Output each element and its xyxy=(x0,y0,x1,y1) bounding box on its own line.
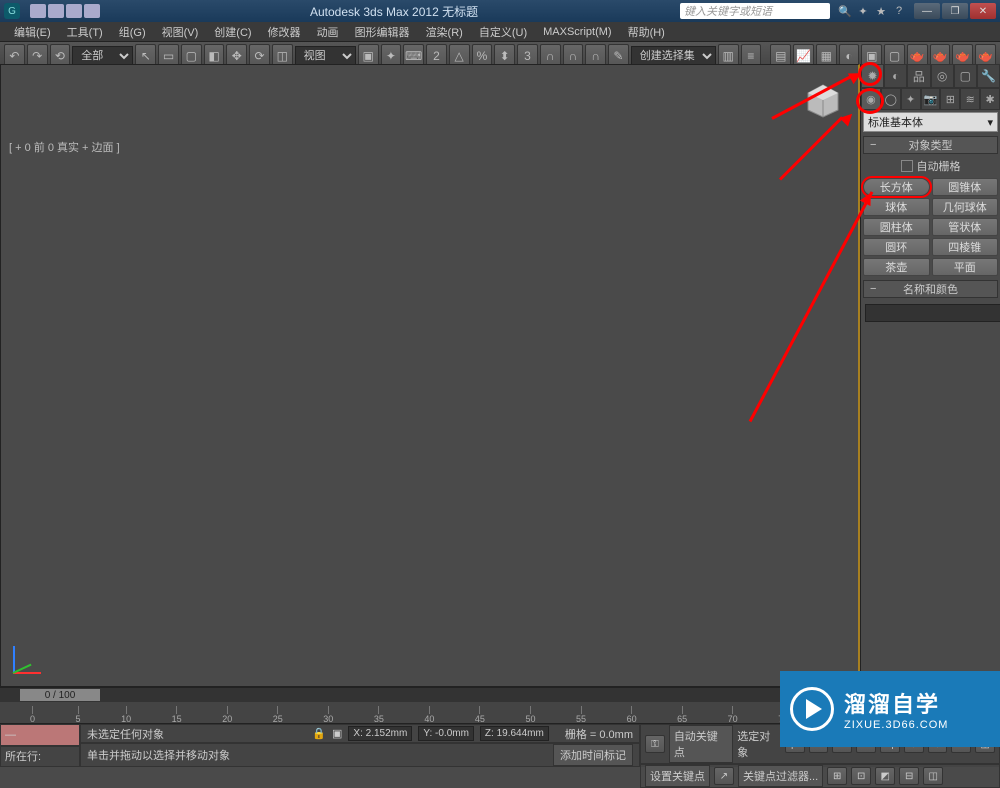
search-icon[interactable]: 🔍 xyxy=(838,4,852,18)
play-logo-icon xyxy=(790,687,834,731)
menu-bar: 编辑(E) 工具(T) 组(G) 视图(V) 创建(C) 修改器 动画 图形编辑… xyxy=(0,22,1000,42)
row-label: 所在行: xyxy=(5,748,41,764)
object-name-input[interactable] xyxy=(865,304,1000,322)
hierarchy-tab[interactable]: 品 xyxy=(907,64,930,88)
minimize-button[interactable]: — xyxy=(914,3,940,19)
create-tab[interactable]: ✹ xyxy=(861,64,884,88)
box-button[interactable]: 长方体 xyxy=(863,178,930,196)
tube-button[interactable]: 管状体 xyxy=(932,218,999,236)
named-selection-set[interactable]: 创建选择集 xyxy=(631,46,716,66)
pyramid-button[interactable]: 四棱锥 xyxy=(932,238,999,256)
selection-status: 未选定任何对象 xyxy=(87,726,164,742)
display-tab[interactable]: ▢ xyxy=(954,64,977,88)
geometry-button[interactable]: ◉ xyxy=(861,88,881,110)
coord-x[interactable]: X: 2.152mm xyxy=(348,726,412,741)
ref-coord[interactable]: 视图 xyxy=(295,46,356,66)
coord-z[interactable]: Z: 19.644mm xyxy=(480,726,549,741)
title-bar: G Autodesk 3ds Max 2012 无标题 键入关键字或短语 🔍 ✦… xyxy=(0,0,1000,22)
app-icon[interactable]: G xyxy=(4,3,20,19)
add-time-tag[interactable]: 添加时间标记 xyxy=(553,744,633,766)
rollout-title: 名称和颜色 xyxy=(903,281,958,297)
category-label: 标准基本体 xyxy=(868,114,923,130)
menu-edit[interactable]: 编辑(E) xyxy=(6,24,59,40)
nav-1-button[interactable]: ⊡ xyxy=(851,767,871,785)
menu-animation[interactable]: 动画 xyxy=(309,24,347,40)
rollout-name-color[interactable]: − 名称和颜色 xyxy=(863,280,998,298)
window-title: Autodesk 3ds Max 2012 无标题 xyxy=(310,3,478,20)
utilities-tab[interactable]: 🔧 xyxy=(977,64,1000,88)
cone-button[interactable]: 圆锥体 xyxy=(932,178,999,196)
time-config-button[interactable]: ⊞ xyxy=(827,767,847,785)
shapes-button[interactable]: ◯ xyxy=(881,88,901,110)
grid-status: 栅格 = 0.0mm xyxy=(565,726,633,742)
maxscript-row[interactable]: — xyxy=(5,729,16,741)
keyfilter-button[interactable]: 关键点过滤器... xyxy=(738,765,823,787)
viewport-label[interactable]: [ + 0 前 0 真实 + 边面 ] xyxy=(7,137,122,157)
category-dropdown[interactable]: 标准基本体 ▾ xyxy=(863,112,998,132)
setkey-button[interactable]: 设置关键点 xyxy=(645,765,710,787)
nav-4-button[interactable]: ◫ xyxy=(923,767,943,785)
watermark: 溜溜自学 ZIXUE.3D66.COM xyxy=(780,671,1000,747)
cameras-button[interactable]: 📷 xyxy=(921,88,941,110)
time-slider-handle[interactable]: 0 / 100 xyxy=(20,689,100,701)
help-search[interactable]: 键入关键字或短语 xyxy=(680,3,830,19)
close-button[interactable]: ✕ xyxy=(970,3,996,19)
menu-render[interactable]: 渲染(R) xyxy=(418,24,471,40)
menu-grapheditors[interactable]: 图形编辑器 xyxy=(347,24,418,40)
qa-btn[interactable] xyxy=(84,4,100,18)
isolate-icon[interactable]: ▣ xyxy=(332,727,342,740)
qa-btn[interactable] xyxy=(66,4,82,18)
plane-button[interactable]: 平面 xyxy=(932,258,999,276)
autokey-button[interactable]: 自动关键点 xyxy=(669,725,733,763)
axis-tripod xyxy=(13,634,53,674)
tool-icon[interactable]: ✦ xyxy=(856,4,870,18)
menu-tools[interactable]: 工具(T) xyxy=(59,24,111,40)
menu-view[interactable]: 视图(V) xyxy=(154,24,207,40)
viewport[interactable]: [ + 0 前 0 真实 + 边面 ] xyxy=(0,64,860,687)
nav-3-button[interactable]: ⊟ xyxy=(899,767,919,785)
helpers-button[interactable]: ⊞ xyxy=(940,88,960,110)
menu-maxscript[interactable]: MAXScript(M) xyxy=(535,26,619,38)
menu-customize[interactable]: 自定义(U) xyxy=(471,24,535,40)
menu-modifiers[interactable]: 修改器 xyxy=(260,24,309,40)
lights-button[interactable]: ✦ xyxy=(901,88,921,110)
watermark-url: ZIXUE.3D66.COM xyxy=(844,719,948,731)
watermark-brand: 溜溜自学 xyxy=(844,687,948,719)
quick-access xyxy=(30,4,100,18)
geosphere-button[interactable]: 几何球体 xyxy=(932,198,999,216)
selection-filter[interactable]: 全部 xyxy=(72,46,133,66)
menu-help[interactable]: 帮助(H) xyxy=(620,24,673,40)
lock-icon[interactable]: 🔒 xyxy=(312,727,326,740)
key-icon[interactable]: ⚿ xyxy=(645,735,665,753)
prompt-line: 单击并拖动以选择并移动对象 xyxy=(87,747,230,763)
rollout-title: 对象类型 xyxy=(909,137,953,153)
favorite-icon[interactable]: ★ xyxy=(874,4,888,18)
qa-btn[interactable] xyxy=(30,4,46,18)
view-cube[interactable] xyxy=(798,75,848,125)
command-panel: ✹ ◐ 品 ◎ ▢ 🔧 ◉ ◯ ✦ 📷 ⊞ ≋ ✱ 标准基本体 ▾ − 对象类型… xyxy=(860,64,1000,687)
nav-2-button[interactable]: ◩ xyxy=(875,767,895,785)
coord-y[interactable]: Y: -0.0mm xyxy=(418,726,474,741)
spacewarps-button[interactable]: ≋ xyxy=(960,88,980,110)
menu-create[interactable]: 创建(C) xyxy=(206,24,259,40)
cylinder-button[interactable]: 圆柱体 xyxy=(863,218,930,236)
restore-button[interactable]: ❐ xyxy=(942,3,968,19)
autogrid-checkbox[interactable]: 自动栅格 xyxy=(861,156,1000,176)
systems-button[interactable]: ✱ xyxy=(980,88,1000,110)
qa-btn[interactable] xyxy=(48,4,64,18)
rollout-object-type[interactable]: − 对象类型 xyxy=(863,136,998,154)
menu-group[interactable]: 组(G) xyxy=(111,24,154,40)
selkey-dropdown[interactable]: 选定对象 xyxy=(737,728,781,760)
key-mode-button[interactable]: ↗ xyxy=(714,767,734,785)
torus-button[interactable]: 圆环 xyxy=(863,238,930,256)
sphere-button[interactable]: 球体 xyxy=(863,198,930,216)
teapot-button[interactable]: 茶壶 xyxy=(863,258,930,276)
motion-tab[interactable]: ◎ xyxy=(931,64,954,88)
help-icon[interactable]: ? xyxy=(892,4,906,18)
modify-tab[interactable]: ◐ xyxy=(884,64,907,88)
